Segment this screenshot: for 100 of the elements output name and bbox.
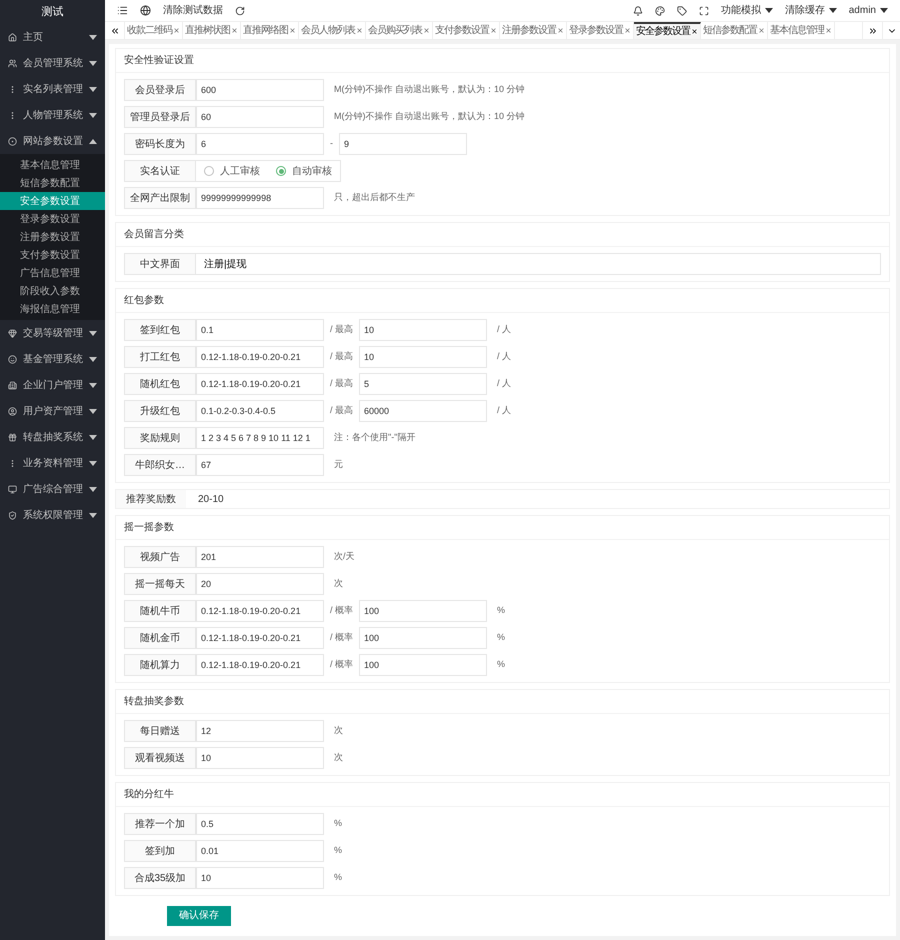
submenu-item[interactable]: 广告信息管理 [0, 264, 105, 282]
input-field[interactable]: 0.12-1.18-0.19-0.20-0.21 [196, 600, 324, 622]
input-field[interactable]: 600 [196, 79, 324, 101]
caret-icon [89, 512, 97, 518]
save-button[interactable]: 确认保存 [167, 906, 231, 926]
scroll-right-icon[interactable] [868, 26, 878, 36]
radio-option[interactable]: 人工审核 [204, 164, 260, 178]
input-field[interactable]: 0.5 [196, 813, 324, 835]
sidebar-item[interactable]: 实名列表管理 [0, 76, 105, 102]
input-field[interactable]: 0.01 [196, 840, 324, 862]
input-field[interactable]: 10 [196, 747, 324, 769]
page-tab[interactable]: 会员人物列表 [299, 22, 366, 39]
monitor-icon [8, 484, 17, 494]
field-connector: / 最高 [330, 377, 354, 390]
field-label: 签到加 [124, 840, 196, 862]
input-field[interactable]: 100 [359, 627, 488, 649]
page-tab[interactable]: 注册参数设置 [500, 22, 567, 39]
close-icon[interactable] [691, 28, 698, 35]
input-field[interactable]: 10 [359, 319, 488, 341]
field-value: 20-10 [198, 492, 224, 506]
menu-icon[interactable] [117, 5, 128, 16]
submenu-item[interactable]: 基本信息管理 [0, 156, 105, 174]
sidebar-item[interactable]: 基金管理系统 [0, 346, 105, 372]
field-connector: / 最高 [330, 323, 354, 336]
input-field[interactable]: 注册|提现 [196, 253, 881, 275]
page-tab[interactable]: 会员购买列表 [366, 22, 433, 39]
input-field[interactable]: 10 [196, 867, 324, 889]
input-field[interactable]: 60000 [359, 400, 488, 422]
input-field[interactable]: 10 [359, 346, 488, 368]
input-field[interactable]: 60 [196, 106, 324, 128]
caret-icon [89, 330, 97, 336]
input-field[interactable]: 201 [196, 546, 324, 568]
field-label: 观看视频送 [124, 747, 196, 769]
submenu-item[interactable]: 注册参数设置 [0, 228, 105, 246]
submenu-item[interactable]: 阶段收入参数 [0, 282, 105, 300]
input-field[interactable]: 6 [196, 133, 324, 155]
input-field[interactable]: 5 [359, 373, 488, 395]
fullscreen-icon[interactable] [698, 6, 709, 16]
input-field[interactable]: 0.1 [196, 319, 324, 341]
input-field[interactable]: 100 [359, 600, 488, 622]
input-field[interactable]: 20 [196, 573, 324, 595]
sidebar-item[interactable]: 转盘抽奖系统 [0, 424, 105, 450]
submenu-item[interactable]: 支付参数设置 [0, 246, 105, 264]
input-field[interactable]: 0.12-1.18-0.19-0.20-0.21 [196, 373, 324, 395]
menu-dropdown[interactable]: 清除缓存 [784, 3, 837, 18]
section-title: 我的分红牛 [124, 788, 174, 802]
clear-data-button[interactable]: 清除测试数据 [163, 3, 223, 18]
palette-icon[interactable] [654, 6, 665, 16]
input-field[interactable]: 99999999999998 [196, 187, 324, 209]
page-tab[interactable]: 基本信息管理 [768, 22, 835, 39]
shield-icon [8, 510, 17, 520]
radio-option[interactable]: 自动审核 [276, 164, 332, 178]
field-unit: / 人 [497, 350, 512, 364]
page-tab[interactable]: 安全参数设置 [634, 22, 701, 39]
refresh-icon[interactable] [235, 6, 245, 16]
section-title: 红包参数 [124, 294, 164, 308]
input-field[interactable]: 1 2 3 4 5 6 7 8 9 10 11 12 1 [196, 427, 324, 449]
tag-icon[interactable] [676, 6, 687, 16]
field-note: % [334, 844, 342, 858]
menu-dropdown[interactable]: admin [848, 3, 888, 18]
sidebar-item[interactable]: 会员管理系统 [0, 50, 105, 76]
submenu-item[interactable]: 短信参数配置 [0, 174, 105, 192]
input-field[interactable]: 0.12-1.18-0.19-0.20-0.21 [196, 627, 324, 649]
field-note: % [334, 817, 342, 830]
input-field[interactable]: 9 [339, 133, 467, 155]
sidebar-item[interactable]: 人物管理系统 [0, 102, 105, 128]
sidebar-item[interactable]: 系统权限管理 [0, 502, 105, 528]
section-title: 安全性验证设置 [124, 54, 194, 68]
sidebar-item[interactable]: 企业门户管理 [0, 372, 105, 398]
page-tab[interactable]: 直推树状图 [183, 22, 241, 39]
input-field[interactable]: 0.1-0.2-0.3-0.4-0.5 [196, 400, 324, 422]
scroll-left-icon[interactable] [110, 26, 120, 36]
menu-dropdown[interactable]: 功能模拟 [720, 3, 773, 18]
input-field[interactable]: 100 [359, 654, 488, 676]
sidebar-item[interactable]: 业务资料管理 [0, 450, 105, 476]
input-field[interactable]: 0.12-1.18-0.19-0.20-0.21 [196, 346, 324, 368]
submenu-item[interactable]: 海报信息管理 [0, 300, 105, 318]
field-connector: - [330, 137, 333, 150]
sidebar-item[interactable]: 交易等级管理 [0, 320, 105, 346]
bell-icon[interactable] [632, 6, 643, 16]
caret-icon [764, 8, 773, 13]
page-tab[interactable]: 支付参数设置 [433, 22, 500, 39]
sidebar-item[interactable]: 网站参数设置 [0, 128, 105, 154]
field-label: 密码长度为 [124, 133, 196, 155]
sidebar-item[interactable]: 用户资产管理 [0, 398, 105, 424]
submenu-item[interactable]: 安全参数设置 [0, 192, 105, 210]
sidebar-item[interactable]: 广告综合管理 [0, 476, 105, 502]
field-note: % [334, 871, 342, 884]
submenu-item[interactable]: 登录参数设置 [0, 210, 105, 228]
field-note: 次 [334, 577, 343, 590]
page-tab[interactable]: 收款二维码 [125, 22, 183, 39]
input-field[interactable]: 12 [196, 720, 324, 742]
input-field[interactable]: 67 [196, 454, 324, 476]
globe-icon[interactable] [140, 5, 151, 16]
input-field[interactable]: 0.12-1.18-0.19-0.20-0.21 [196, 654, 324, 676]
page-tab[interactable]: 短信参数配置 [701, 22, 768, 39]
field-unit: % [497, 604, 506, 618]
sidebar-item[interactable]: 主页 [0, 24, 105, 50]
caret-icon [89, 112, 97, 118]
page-tab[interactable]: 直推网络图 [241, 22, 299, 39]
